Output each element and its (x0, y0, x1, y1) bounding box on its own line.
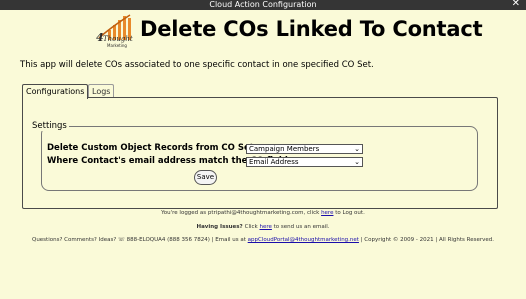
logged-in-suffix: to Log out. (333, 210, 365, 216)
contact-line: Questions? Comments? Ideas? ☏ 888-ELOQUA… (0, 237, 526, 243)
email-field-select[interactable]: Email Address ⌄ (246, 157, 363, 167)
logged-in-text: You're logged as ptripathi@4thoughtmarke… (161, 210, 322, 216)
page-title: Delete COs Linked To Contact (140, 17, 483, 41)
logged-in-notice: You're logged as ptripathi@4thoughtmarke… (0, 210, 526, 216)
logout-link[interactable]: here (321, 210, 333, 216)
support-email-link[interactable]: appCloudPortal@4thoughtmarketing.net (248, 237, 359, 243)
issues-heading: Having Issues? (196, 224, 245, 230)
co-set-label: Delete Custom Object Records from CO Set (47, 143, 254, 153)
window-title: Cloud Action Configuration (209, 0, 317, 9)
save-button[interactable]: Save (194, 170, 217, 185)
issues-notice: Having Issues? Click here to send us an … (0, 224, 526, 230)
co-set-select[interactable]: Campaign Members ⌄ (246, 144, 363, 154)
svg-text:Thought: Thought (103, 35, 133, 43)
chevron-down-icon: ⌄ (354, 158, 360, 166)
window-titlebar: Cloud Action Configuration ✕ (0, 0, 526, 10)
contact-text: Questions? Comments? Ideas? ☏ 888-ELOQUA… (31, 237, 248, 243)
tab-logs[interactable]: Logs (88, 84, 115, 98)
company-logo: 4 Thought Marketing (96, 14, 133, 48)
intro-text: This app will delete COs associated to o… (20, 60, 374, 70)
svg-text:Marketing: Marketing (107, 43, 127, 48)
email-field-select-value: Email Address (249, 158, 299, 166)
settings-legend: Settings (30, 121, 69, 131)
issues-text: Click (244, 224, 260, 230)
copyright-text: | Copyright © 2009 - 2021 | All Rights R… (358, 237, 495, 243)
close-icon[interactable]: ✕ (512, 0, 520, 9)
tab-configurations[interactable]: Configurations (22, 84, 89, 99)
email-us-link[interactable]: here (260, 224, 272, 230)
chevron-down-icon: ⌄ (354, 145, 360, 153)
issues-suffix: to send us an email. (271, 224, 330, 230)
co-set-select-value: Campaign Members (249, 145, 320, 153)
